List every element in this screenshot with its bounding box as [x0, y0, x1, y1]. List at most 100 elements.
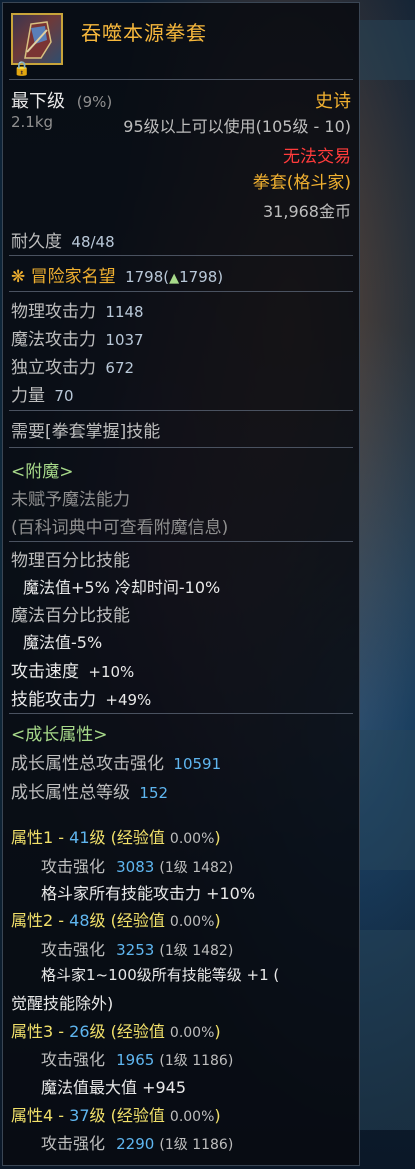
- item-price: 31,968金币: [263, 202, 351, 221]
- tooltip-header: 🔒 吞噬本源拳套: [3, 3, 359, 79]
- strengthen-base: (1级 1482): [159, 943, 234, 959]
- attr-level: 37: [69, 1106, 90, 1125]
- attr-1-strengthen: 攻击强化 3083 (1级 1482): [41, 853, 233, 877]
- strengthen-base: (1级 1186): [159, 1053, 234, 1069]
- attr-head: 属性4 -: [11, 1106, 70, 1125]
- attr-head: 属性1 -: [11, 828, 70, 847]
- attr-exp: 0.00%: [169, 1109, 215, 1125]
- growth-attr-3: 属性3 - 26级 (经验值 0.00%): [11, 1018, 221, 1042]
- item-rarity: 史诗: [315, 91, 351, 112]
- growth-total-strengthen: 成长属性总攻击强化 10591: [11, 749, 221, 774]
- attr-2-strengthen: 攻击强化 3253 (1级 1482): [41, 936, 233, 960]
- item-tooltip: 🔒 吞噬本源拳套 最下级 (9%) 史诗 2.1kg 95级以上可以使用(105…: [2, 2, 360, 1166]
- item-type: 拳套(格斗家): [252, 173, 351, 193]
- durability: 耐久度 48/48: [11, 227, 115, 252]
- strengthen-label: 攻击强化: [41, 857, 106, 876]
- attr-2-effect: 格斗家1~100级所有技能等级 +1 (: [41, 966, 280, 984]
- attr-exp: 0.00%: [169, 831, 215, 847]
- option-mag-detail: 魔法值-5%: [23, 633, 103, 652]
- fame-value: 1798: [125, 268, 164, 286]
- growth-attr-4: 属性4 - 37级 (经验值 0.00%): [11, 1102, 221, 1126]
- divider: [9, 291, 353, 292]
- attr-close: ): [214, 1022, 221, 1041]
- growth-title: <成长属性>: [11, 725, 108, 745]
- divider: [9, 541, 353, 542]
- strengthen-label: 攻击强化: [41, 940, 106, 959]
- attr-exp: 0.00%: [169, 914, 215, 930]
- background-panel: [358, 930, 415, 1130]
- attr-1-effect: 格斗家所有技能攻击力 +10%: [41, 884, 256, 903]
- attr-close: ): [214, 1106, 221, 1125]
- strengthen-label: 攻击强化: [41, 1134, 106, 1153]
- lock-icon: 🔒: [13, 61, 31, 77]
- stat-independent-attack: 独立攻击力 672: [11, 353, 134, 378]
- growth-total-level: 成长属性总等级 152: [11, 778, 168, 803]
- enchant-status: 未赋予魔法能力: [11, 490, 130, 510]
- strengthen-base: (1级 1186): [159, 1137, 234, 1153]
- grade-percent: (9%): [76, 93, 113, 111]
- option-phys-detail: 魔法值+5% 冷却时间-10%: [23, 578, 221, 597]
- stat-physical-attack: 物理攻击力 1148: [11, 297, 144, 322]
- up-triangle-icon: ▲: [169, 271, 180, 286]
- skill-requirement: 需要[拳套掌握]技能: [11, 422, 161, 442]
- attr-4-strengthen: 攻击强化 2290 (1级 1186): [41, 1130, 233, 1154]
- attr-exp: 0.00%: [169, 1025, 215, 1041]
- attr-level: 26: [69, 1022, 90, 1041]
- attr-close: ): [214, 828, 221, 847]
- strengthen-value: 2290: [116, 1135, 155, 1153]
- fist-weapon-icon[interactable]: [11, 13, 63, 65]
- stat-label: 力量: [11, 386, 45, 406]
- divider: [9, 410, 353, 411]
- attr-exp-label: 级 (经验值: [89, 1106, 170, 1125]
- option-skill-attack: 技能攻击力 +49%: [11, 685, 151, 710]
- trade-status: 无法交易: [283, 147, 351, 167]
- attr-level: 41: [69, 828, 90, 847]
- option-value: +49%: [105, 691, 152, 709]
- fame-label: 冒险家名望: [30, 267, 116, 287]
- divider: [9, 255, 353, 256]
- background-panel: [358, 730, 415, 870]
- stat-strength: 力量 70: [11, 381, 74, 406]
- stat-label: 魔法攻击力: [11, 330, 96, 350]
- growth-attr-1: 属性1 - 41级 (经验值 0.00%): [11, 824, 221, 848]
- option-label: 攻击速度: [11, 662, 79, 682]
- option-label: 技能攻击力: [11, 690, 96, 710]
- attr-3-effect: 魔法值最大值 +945: [41, 1078, 187, 1097]
- attr-close: ): [214, 911, 221, 930]
- stat-value: 672: [105, 359, 135, 377]
- growth-value: 152: [139, 784, 169, 802]
- growth-value: 10591: [173, 755, 222, 773]
- strengthen-value: 1965: [116, 1051, 155, 1069]
- attr-head: 属性3 -: [11, 1022, 70, 1041]
- divider: [9, 79, 353, 80]
- attr-exp-label: 级 (经验值: [89, 911, 170, 930]
- stat-magic-attack: 魔法攻击力 1037: [11, 325, 144, 350]
- option-mag-skill: 魔法百分比技能: [11, 606, 130, 626]
- growth-label: 成长属性总攻击强化: [11, 754, 164, 774]
- option-attack-speed: 攻击速度 +10%: [11, 657, 134, 682]
- option-phys-skill: 物理百分比技能: [11, 551, 130, 571]
- strengthen-base: (1级 1482): [159, 860, 234, 876]
- attr-exp-label: 级 (经验值: [89, 828, 170, 847]
- stat-label: 物理攻击力: [11, 302, 96, 322]
- item-weight: 2.1kg: [11, 113, 54, 131]
- strengthen-value: 3253: [116, 941, 155, 959]
- fame-change: 1798: [179, 268, 218, 286]
- strengthen-label: 攻击强化: [41, 1050, 106, 1069]
- divider: [9, 447, 353, 448]
- attr-head: 属性2 -: [11, 911, 70, 930]
- background-panel: [358, 20, 415, 80]
- stat-value: 1148: [105, 303, 144, 321]
- item-name: 吞噬本源拳套: [81, 21, 207, 45]
- durability-value: 48/48: [71, 233, 115, 251]
- growth-label: 成长属性总等级: [11, 783, 130, 803]
- stat-label: 独立攻击力: [11, 358, 96, 378]
- attr-3-strengthen: 攻击强化 1965 (1级 1186): [41, 1046, 233, 1070]
- grade-label: 最下级: [11, 91, 65, 112]
- enchant-title: <附魔>: [11, 462, 74, 482]
- stat-value: 1037: [105, 331, 144, 349]
- fame-crest-icon: ❋: [11, 267, 26, 287]
- strengthen-value: 3083: [116, 858, 155, 876]
- attr-2-effect-cont: 觉醒技能除外): [11, 994, 114, 1013]
- enchant-hint: (百科词典中可查看附魔信息): [11, 518, 229, 538]
